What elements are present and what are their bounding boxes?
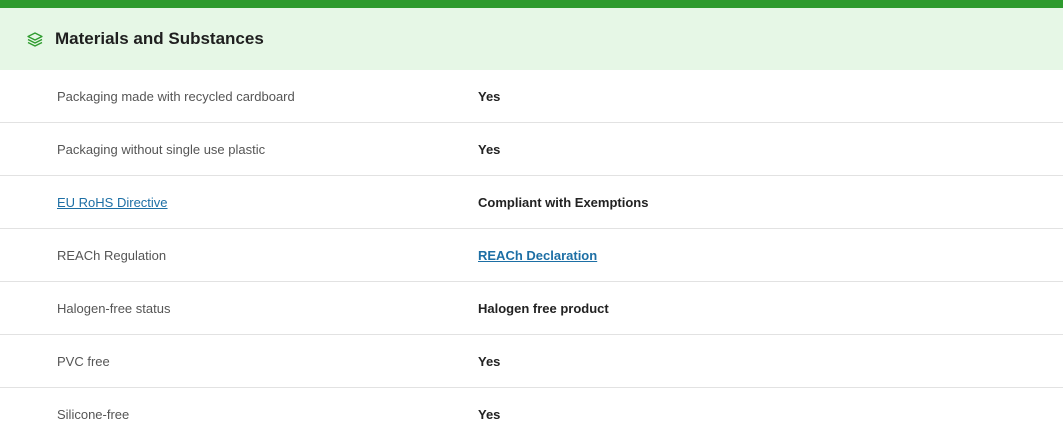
row-value: Compliant with Exemptions (478, 194, 649, 210)
reach-declaration-link[interactable]: REACh Declaration (478, 248, 597, 263)
table-row: Silicone-free Yes (0, 388, 1063, 441)
eu-rohs-directive-link[interactable]: EU RoHS Directive (57, 195, 168, 210)
row-label: Silicone-free (57, 407, 130, 422)
table-row: PVC free Yes (0, 335, 1063, 388)
row-label: PVC free (57, 353, 110, 369)
row-label: Halogen-free status (57, 300, 171, 316)
row-label: Packaging without single use plastic (57, 141, 266, 157)
accent-bar (0, 0, 1063, 8)
row-value: Yes (478, 353, 501, 369)
row-label: REACh Regulation (57, 247, 167, 263)
section-header: Materials and Substances (0, 8, 1063, 70)
table-row: EU RoHS Directive Compliant with Exempti… (0, 176, 1063, 229)
row-value: Yes (478, 407, 501, 422)
row-value: Yes (478, 88, 501, 104)
row-label: Packaging made with recycled cardboard (57, 88, 295, 104)
attribute-table: Packaging made with recycled cardboard Y… (0, 70, 1063, 441)
section-title: Materials and Substances (55, 29, 264, 48)
row-value: Yes (478, 141, 501, 157)
layers-icon (25, 29, 45, 49)
table-row: REACh Regulation REACh Declaration (0, 229, 1063, 282)
row-value-cell: REACh Declaration (478, 248, 1063, 263)
table-row: Packaging made with recycled cardboard Y… (0, 70, 1063, 123)
row-value: Halogen free product (478, 300, 609, 316)
table-row: Halogen-free status Halogen free product (0, 282, 1063, 335)
row-label-cell: EU RoHS Directive (0, 195, 478, 210)
materials-substances-panel: Materials and Substances Packaging made … (0, 0, 1063, 444)
table-row: Packaging without single use plastic Yes (0, 123, 1063, 176)
